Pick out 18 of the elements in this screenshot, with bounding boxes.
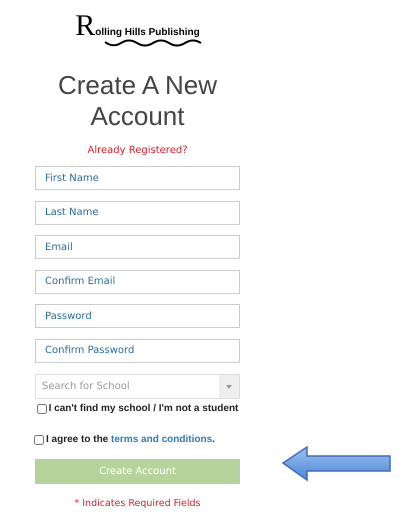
logo-text: Rolling Hills Publishing	[75, 14, 200, 38]
school-select[interactable]: Search for School	[35, 374, 240, 399]
page-title: Create A New Account	[57, 70, 218, 132]
text-field[interactable]: First Name	[35, 166, 240, 190]
checkbox[interactable]	[34, 434, 44, 444]
text-field[interactable]: Confirm Email	[35, 270, 240, 294]
text-field[interactable]: Confirm Password	[35, 338, 240, 362]
checkbox-label: I agree to the terms and conditions.	[46, 434, 215, 445]
text-field[interactable]: Password	[35, 304, 240, 328]
text-field[interactable]: Last Name	[35, 200, 240, 224]
text-field[interactable]: Email	[35, 235, 240, 259]
already-registered-link[interactable]: Already Registered?	[35, 145, 240, 156]
left-arrow-icon	[282, 446, 392, 482]
caret-icon	[226, 384, 232, 388]
checkbox-label: I can't find my school / I'm not a student	[48, 403, 238, 414]
required-note: * Indicates Required Fields	[73, 498, 202, 509]
checkbox[interactable]	[36, 404, 47, 414]
terms-link[interactable]: terms and conditions	[111, 434, 212, 445]
